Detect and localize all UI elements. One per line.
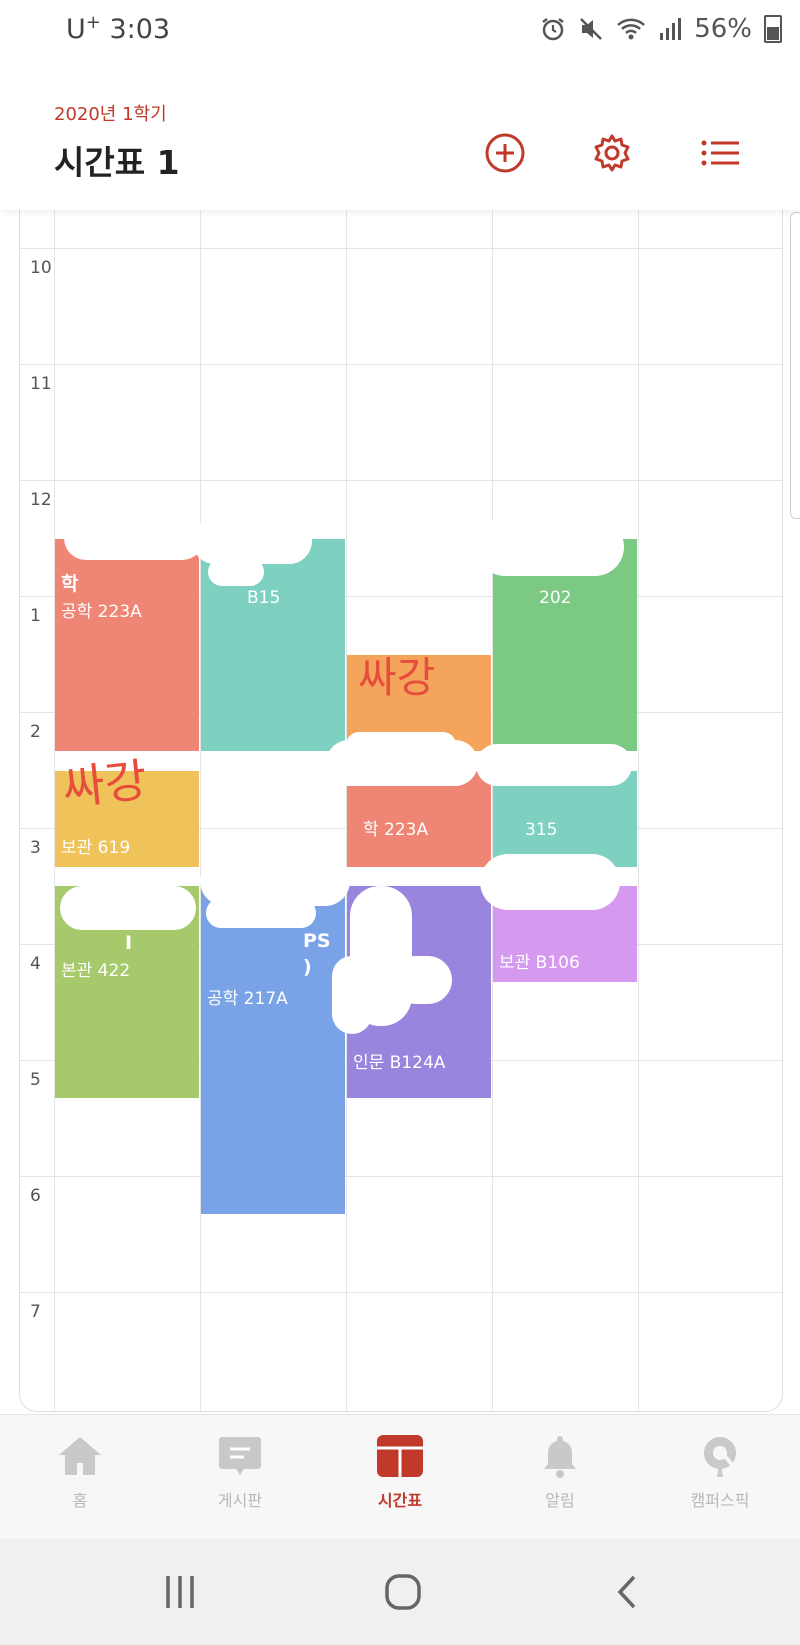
redaction-mark [326, 740, 478, 786]
course-room: 인문 B124A [353, 1053, 446, 1073]
nav-campuspick[interactable]: 캠퍼스픽 [660, 1433, 780, 1511]
carrier: U [66, 14, 86, 45]
course-block[interactable]: 학 공학 223A [55, 539, 199, 751]
nav-board[interactable]: 게시판 [180, 1433, 300, 1511]
home-system-button[interactable] [373, 1567, 433, 1617]
grid-line [638, 196, 639, 1411]
board-icon [219, 1437, 261, 1475]
course-name: 학 [61, 573, 79, 595]
system-nav [0, 1539, 800, 1645]
redaction-mark [480, 854, 620, 910]
course-room: 공학 223A [61, 602, 142, 622]
course-block[interactable]: PS ) 공학 217A [201, 886, 345, 1214]
course-room: 공학 217A [207, 989, 288, 1009]
status-icons: 56% [540, 12, 782, 46]
bell-icon [544, 1436, 576, 1478]
hour-label: 10 [30, 258, 52, 278]
grid-line [20, 364, 782, 365]
hour-label: 5 [30, 1070, 41, 1090]
hour-label: 1 [30, 606, 41, 626]
nav-label: 알림 [545, 1491, 575, 1510]
semester-label[interactable]: 2020년 1학기 [54, 100, 167, 126]
status-bar: U+ 3:03 56% [0, 0, 800, 60]
course-room: 보관 B106 [499, 953, 580, 973]
redaction-mark [206, 898, 316, 928]
redaction-mark [332, 956, 372, 1034]
recents-button[interactable] [150, 1567, 210, 1617]
redaction-mark [64, 516, 204, 560]
nav-label: 홈 [72, 1491, 88, 1510]
hour-label: 7 [30, 1302, 41, 1322]
redaction-mark [208, 558, 264, 586]
grid-line [20, 1176, 782, 1177]
course-room: 202 [539, 588, 572, 608]
course-room: 315 [525, 820, 558, 840]
course-room: 보관 619 [61, 838, 131, 858]
course-room: B15 [247, 588, 281, 608]
battery-percent: 56% [694, 14, 752, 44]
nav-label: 게시판 [217, 1491, 263, 1510]
course-name: PS ) [303, 930, 331, 978]
alarm-icon [542, 18, 564, 41]
signal-icon [660, 18, 682, 40]
grid-line [20, 248, 782, 249]
back-button[interactable] [598, 1567, 658, 1617]
nav-timetable[interactable]: 시간표 [340, 1433, 460, 1511]
list-icon [701, 140, 739, 166]
home-circle-icon [385, 1574, 421, 1610]
add-course-button[interactable] [482, 130, 528, 176]
campuspick-icon [704, 1437, 736, 1477]
scribble-text: 싸강 [59, 752, 150, 816]
carrier-time: U+ 3:03 [66, 12, 170, 45]
nav-label: 시간표 [377, 1491, 423, 1510]
redaction-mark [192, 518, 312, 564]
grid-line [20, 480, 782, 481]
timetable-icon [377, 1435, 423, 1477]
redaction-mark [476, 744, 632, 786]
plus-circle-icon [485, 133, 525, 173]
mute-icon [580, 18, 603, 40]
list-button[interactable] [697, 130, 743, 176]
nav-home[interactable]: 홈 [20, 1433, 140, 1511]
back-icon [617, 1575, 636, 1609]
hour-label: 6 [30, 1186, 41, 1206]
hour-label: 3 [30, 838, 41, 858]
hour-label: 11 [30, 374, 52, 394]
scribble-text: 싸강 [358, 653, 436, 702]
hour-label: 2 [30, 722, 41, 742]
course-room: 본관 422 [61, 961, 131, 981]
scroll-indicator[interactable] [790, 212, 800, 519]
clock: 3:03 [109, 14, 171, 45]
app-header: 2020년 1학기 시간표 1 [0, 60, 800, 210]
wifi-icon [617, 18, 646, 40]
nav-label: 캠퍼스픽 [690, 1491, 750, 1510]
redaction-mark [476, 518, 624, 576]
course-room: 학 223A [363, 820, 429, 840]
page-title[interactable]: 시간표 1 [54, 136, 180, 184]
bottom-nav: 홈 게시판 시간표 알림 캠퍼스픽 [0, 1414, 800, 1540]
home-icon [59, 1437, 101, 1475]
nav-alerts[interactable]: 알림 [500, 1433, 620, 1511]
settings-button[interactable] [589, 130, 635, 176]
redaction-mark [392, 956, 452, 1004]
recents-icon [166, 1576, 194, 1608]
gear-icon [594, 134, 630, 172]
carrier-plus: + [85, 12, 101, 33]
hour-label: 12 [30, 490, 52, 510]
redaction-mark [60, 886, 196, 930]
grid-line [20, 1292, 782, 1293]
timetable-grid[interactable]: 10 11 12 1 2 3 4 5 6 7 학 공학 223A B15 202… [19, 196, 783, 1412]
course-name: I [125, 932, 133, 954]
hour-label: 4 [30, 954, 41, 974]
grid-line [200, 196, 201, 1411]
battery-icon [764, 15, 782, 43]
